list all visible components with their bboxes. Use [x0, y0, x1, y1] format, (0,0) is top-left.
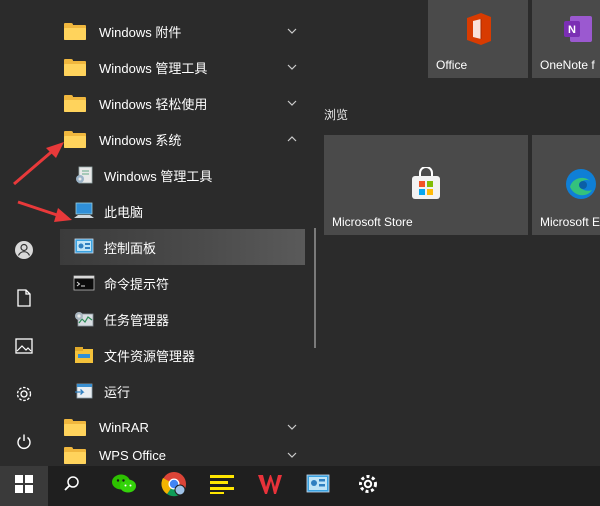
- run-icon: [72, 379, 96, 403]
- chevron-up-icon: [284, 131, 300, 147]
- app-list: Windows 附件 Windows 管理工具 Windows 轻松使用 Win…: [48, 0, 312, 466]
- folder-windows-accessories[interactable]: Windows 附件: [60, 13, 308, 49]
- this-pc-icon: [72, 199, 96, 223]
- chrome-icon: [161, 471, 187, 502]
- taskbar-search-button[interactable]: [48, 466, 96, 506]
- windows-start-icon: [15, 474, 33, 498]
- folder-icon: [63, 55, 87, 79]
- store-icon: [410, 166, 442, 206]
- tile-microsoft-store[interactable]: Microsoft Store: [324, 135, 528, 235]
- folder-windows-admin-tools[interactable]: Windows 管理工具: [60, 49, 308, 85]
- taskbar-notes[interactable]: [198, 466, 246, 506]
- chevron-down-icon: [284, 419, 300, 435]
- red-arrow-annotation: [13, 142, 64, 186]
- office-icon: [463, 12, 493, 51]
- power-icon[interactable]: [12, 430, 36, 454]
- settings-icon[interactable]: [12, 382, 36, 406]
- tile-microsoft-edge[interactable]: Microsoft E: [532, 135, 600, 235]
- folder-icon: [63, 415, 87, 439]
- folder-icon: [63, 19, 87, 43]
- search-icon: [63, 475, 81, 498]
- taskbar-wechat[interactable]: [100, 466, 148, 506]
- file-explorer-icon: [72, 343, 96, 367]
- start-button[interactable]: [0, 466, 48, 506]
- start-rail: [0, 0, 48, 466]
- tile-office[interactable]: Office: [428, 0, 528, 78]
- app-command-prompt[interactable]: 命令提示符: [60, 265, 308, 301]
- edge-icon: [564, 167, 598, 206]
- taskbar: [0, 466, 600, 506]
- app-control-panel[interactable]: 控制面板: [60, 229, 305, 265]
- app-run[interactable]: 运行: [60, 373, 308, 409]
- folder-icon: [63, 127, 87, 151]
- chevron-down-icon: [284, 23, 300, 39]
- wps-icon: [257, 472, 283, 501]
- notes-icon: [209, 473, 235, 500]
- tile-area: Office N OneNote f 浏览 Microsoft Store Mi…: [320, 0, 600, 466]
- app-file-explorer[interactable]: 文件资源管理器: [60, 337, 308, 373]
- svg-text:N: N: [568, 24, 576, 36]
- start-menu: Windows 附件 Windows 管理工具 Windows 轻松使用 Win…: [0, 0, 600, 466]
- task-manager-icon: [72, 307, 96, 331]
- tile-group-title: 浏览: [324, 108, 349, 122]
- folder-windows-system[interactable]: Windows 系统: [60, 121, 308, 157]
- taskbar-chrome[interactable]: [150, 466, 198, 506]
- taskbar-wps[interactable]: [246, 466, 294, 506]
- tile-onenote[interactable]: N OneNote f: [532, 0, 600, 78]
- taskbar-settings[interactable]: [344, 466, 392, 506]
- admin-tools-icon: [72, 163, 96, 187]
- taskbar-control-panel[interactable]: [294, 466, 342, 506]
- folder-icon: [63, 91, 87, 115]
- chevron-down-icon: [284, 95, 300, 111]
- folder-wps-office[interactable]: WPS Office: [60, 437, 308, 466]
- wechat-icon: [111, 473, 137, 500]
- chevron-down-icon: [284, 59, 300, 75]
- command-prompt-icon: [72, 271, 96, 295]
- app-list-scrollbar[interactable]: [314, 228, 316, 348]
- app-task-manager[interactable]: 任务管理器: [60, 301, 308, 337]
- folder-windows-ease-of-access[interactable]: Windows 轻松使用: [60, 85, 308, 121]
- chevron-down-icon: [284, 447, 300, 463]
- red-arrow-annotation: [17, 200, 72, 222]
- settings-icon: [357, 473, 379, 500]
- control-panel-icon: [306, 473, 330, 500]
- pictures-icon[interactable]: [12, 334, 36, 358]
- document-icon[interactable]: [12, 286, 36, 310]
- control-panel-icon: [72, 235, 96, 259]
- app-this-pc[interactable]: 此电脑: [60, 193, 308, 229]
- app-windows-admin-tools[interactable]: Windows 管理工具: [60, 157, 308, 193]
- onenote-icon: N: [564, 14, 594, 49]
- user-icon[interactable]: [12, 238, 36, 262]
- folder-icon: [63, 443, 87, 466]
